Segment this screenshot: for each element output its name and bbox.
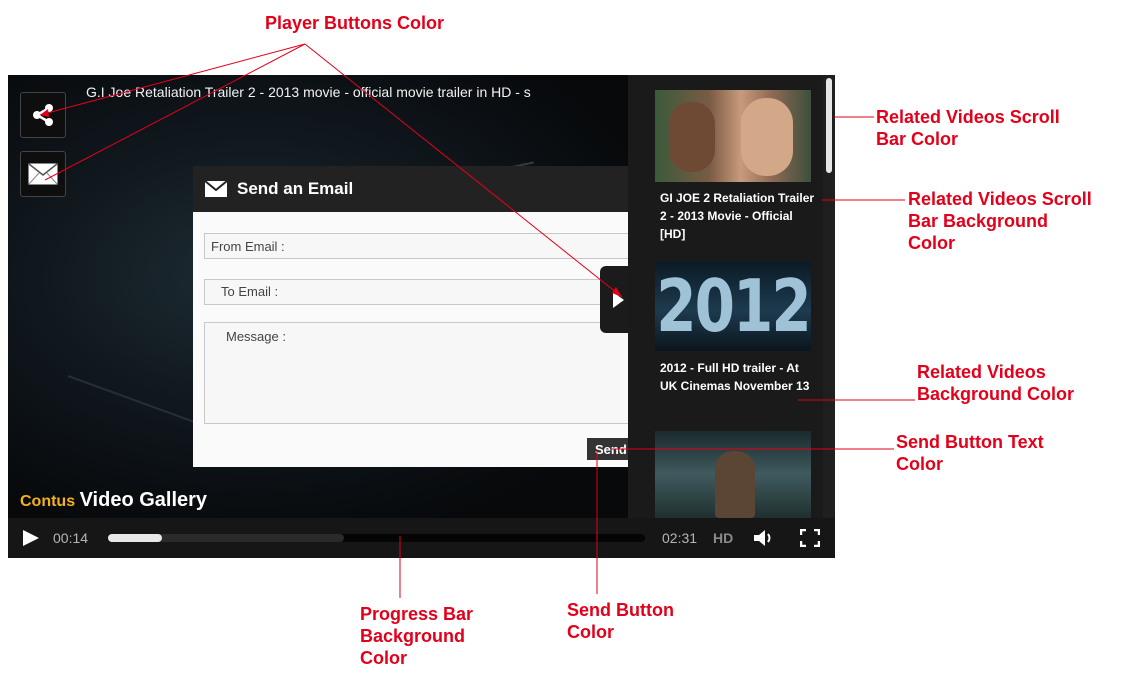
leader-arrowhead	[40, 109, 49, 117]
leader-next	[304, 43, 623, 298]
leader-share	[39, 43, 306, 116]
callout-leader-lines	[39, 43, 915, 598]
leader-arrowhead	[612, 287, 622, 297]
leader-email	[44, 43, 306, 181]
